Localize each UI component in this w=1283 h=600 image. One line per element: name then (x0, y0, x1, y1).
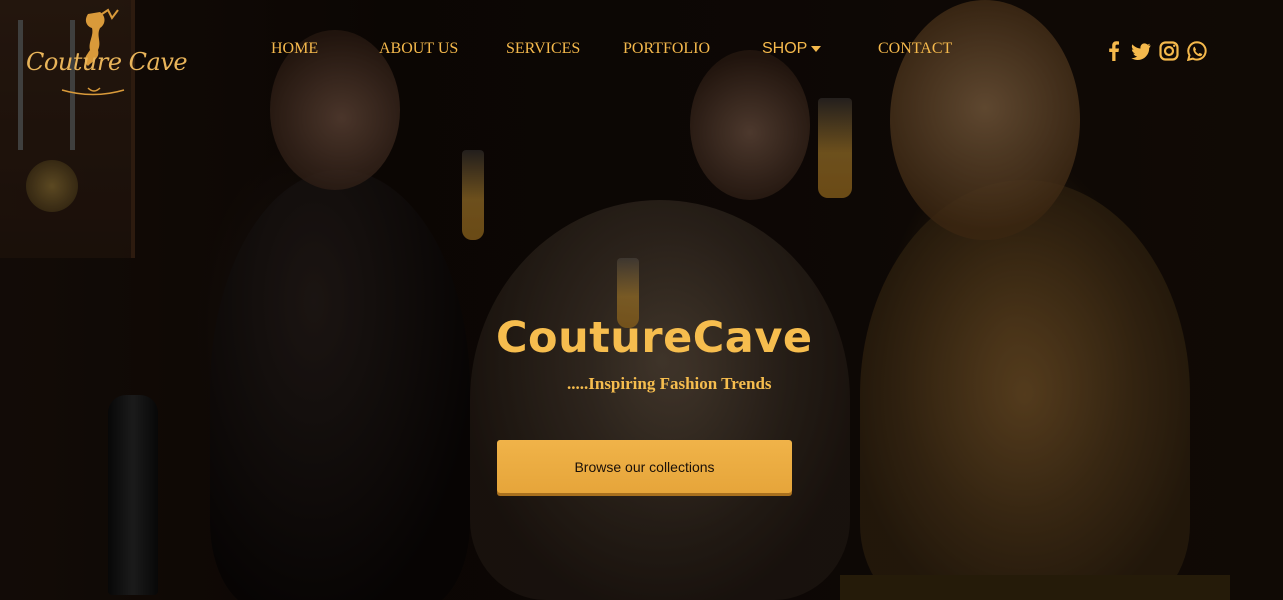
instagram-icon[interactable] (1159, 41, 1179, 61)
logo-wordmark: Couture Cave (26, 48, 188, 76)
nav-item-contact[interactable]: CONTACT (878, 40, 952, 62)
nav-item-shop-label: SHOP (762, 40, 808, 57)
twitter-icon[interactable] (1131, 41, 1151, 61)
caret-down-icon (811, 45, 822, 52)
hero-tagline: .....Inspiring Fashion Trends (567, 374, 772, 393)
nav-item-shop[interactable]: SHOP (762, 40, 822, 62)
facebook-icon[interactable] (1104, 41, 1124, 61)
nav-item-about-us[interactable]: ABOUT US (379, 40, 458, 62)
browse-collections-button[interactable]: Browse our collections (497, 440, 792, 493)
hero-background-image (0, 0, 1283, 600)
nav-item-services[interactable]: SERVICES (506, 40, 580, 62)
hero-title: CoutureCave (496, 313, 813, 363)
dark-overlay (0, 0, 1283, 600)
nav-item-home[interactable]: HOME (271, 40, 318, 62)
nav-item-portfolio[interactable]: PORTFOLIO (623, 40, 710, 62)
whatsapp-icon[interactable] (1187, 41, 1207, 61)
site-logo[interactable]: Couture Cave (22, 8, 188, 100)
